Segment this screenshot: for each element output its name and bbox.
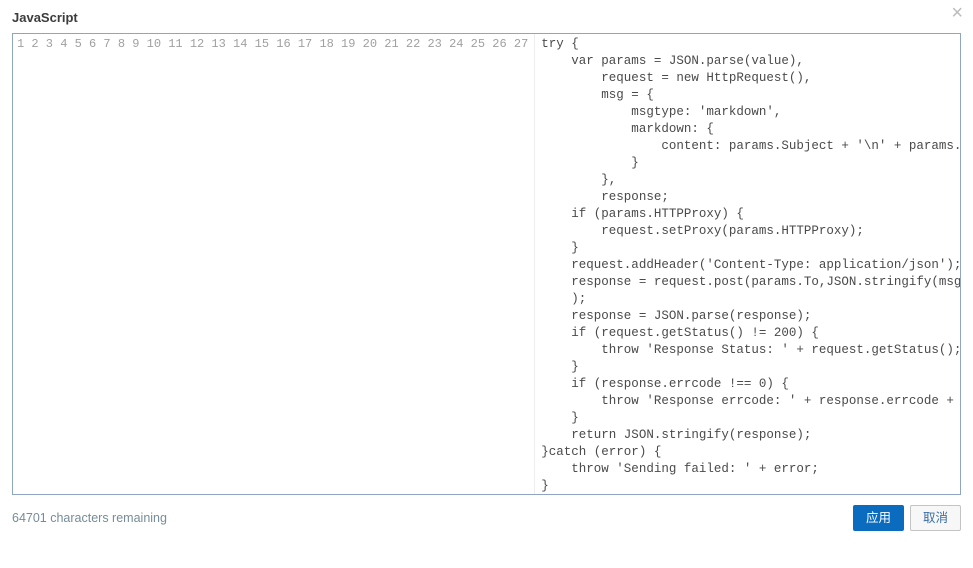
- dialog-header: JavaScript ×: [12, 10, 961, 25]
- characters-remaining-label: 64701 characters remaining: [12, 511, 167, 525]
- dialog-footer: 64701 characters remaining 应用 取消: [12, 505, 961, 531]
- dialog-title: JavaScript: [12, 10, 78, 25]
- code-textarea[interactable]: try { var params = JSON.parse(value), re…: [535, 34, 960, 494]
- button-group: 应用 取消: [853, 505, 961, 531]
- close-icon[interactable]: ×: [951, 6, 963, 20]
- cancel-button[interactable]: 取消: [910, 505, 961, 531]
- apply-button[interactable]: 应用: [853, 505, 904, 531]
- line-number-gutter: 1 2 3 4 5 6 7 8 9 10 11 12 13 14 15 16 1…: [13, 34, 535, 494]
- code-editor[interactable]: 1 2 3 4 5 6 7 8 9 10 11 12 13 14 15 16 1…: [12, 33, 961, 495]
